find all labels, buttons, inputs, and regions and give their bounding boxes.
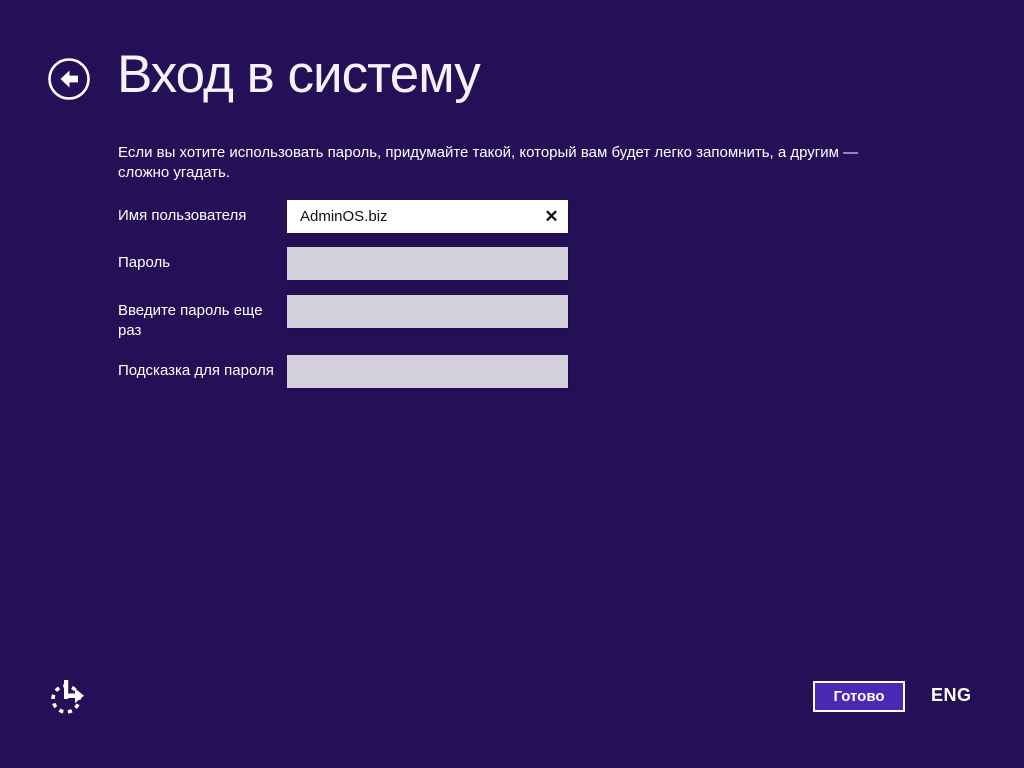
reenter-password-row: Введите пароль еще раз	[118, 295, 588, 339]
reenter-password-input-wrap	[287, 295, 568, 328]
back-button[interactable]	[47, 57, 91, 101]
clear-x-icon: ✕	[544, 207, 559, 226]
password-hint-row: Подсказка для пароля	[118, 355, 588, 388]
password-row: Пароль	[118, 247, 588, 280]
reenter-password-input[interactable]	[287, 295, 568, 328]
password-hint-input-wrap	[287, 355, 568, 388]
username-row: Имя пользователя ✕	[118, 200, 588, 233]
oobe-signin-screen: { "colors": { "background": "#251058", "…	[0, 0, 1024, 768]
back-arrow-icon	[47, 58, 91, 104]
intro-text: Если вы хотите использовать пароль, прид…	[118, 144, 859, 181]
ease-of-access-icon	[46, 680, 88, 721]
password-hint-label: Подсказка для пароля	[118, 362, 274, 379]
password-hint-input[interactable]	[287, 355, 568, 388]
password-input[interactable]	[287, 247, 568, 280]
ease-of-access-button[interactable]	[46, 674, 88, 718]
username-label: Имя пользователя	[118, 207, 247, 224]
signin-form: Имя пользователя ✕ Пароль Введите пароль…	[118, 200, 588, 388]
reenter-password-label: Введите пароль еще раз	[118, 302, 263, 339]
password-input-wrap	[287, 247, 568, 280]
username-input[interactable]	[287, 200, 568, 233]
done-button[interactable]: Готово	[813, 681, 905, 712]
password-label: Пароль	[118, 254, 171, 271]
username-input-wrap: ✕	[287, 200, 568, 233]
language-indicator[interactable]: ENG	[931, 685, 972, 706]
page-title: Вход в систему	[117, 45, 481, 104]
clear-username-button[interactable]: ✕	[535, 200, 568, 233]
